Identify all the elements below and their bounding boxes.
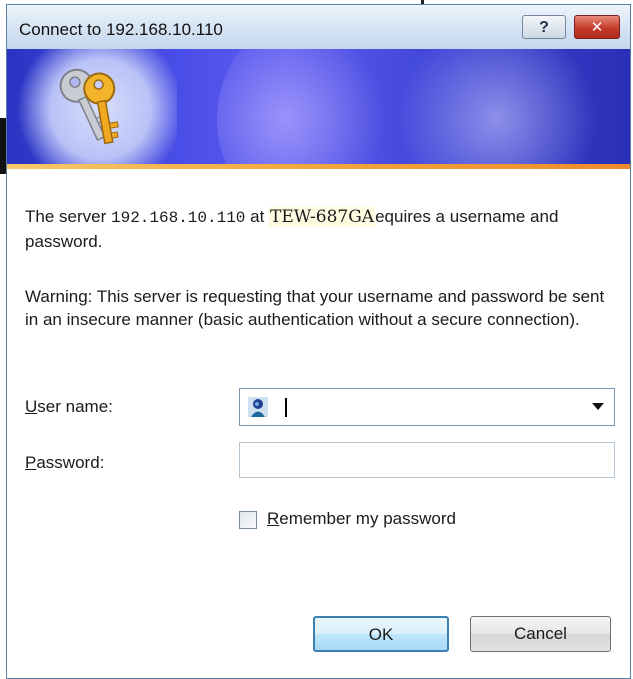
message-prefix: The server	[25, 207, 111, 226]
password-access-key: P	[25, 453, 37, 472]
banner-decoration	[217, 49, 387, 169]
username-access-key: U	[25, 397, 38, 416]
ok-button[interactable]: OK	[313, 616, 449, 652]
remember-password-label[interactable]: Remember my password	[267, 509, 456, 529]
dialog-title: Connect to 192.168.10.110	[19, 20, 223, 39]
server-message: The server 192.168.10.110 at TEW-687GAeq…	[25, 205, 615, 253]
security-warning: Warning: This server is requesting that …	[25, 287, 605, 329]
remember-label-text: emember my password	[279, 509, 456, 528]
password-label-text: assword:	[36, 453, 105, 472]
login-dialog: Connect to 192.168.10.110 ? ✕ The server…	[6, 4, 631, 679]
text-cursor	[285, 398, 287, 417]
title-bar[interactable]: Connect to 192.168.10.110 ? ✕	[7, 5, 630, 49]
close-button[interactable]: ✕	[574, 15, 620, 39]
dialog-banner	[7, 49, 630, 169]
cancel-button[interactable]: Cancel	[470, 616, 611, 652]
username-label-text: ser name:	[37, 397, 113, 416]
realm-name: TEW-687GA	[269, 207, 376, 227]
chevron-down-icon[interactable]	[592, 403, 604, 410]
banner-decoration	[397, 49, 597, 169]
remember-password-checkbox[interactable]	[239, 511, 257, 529]
remember-access-key: R	[267, 509, 280, 528]
keys-icon	[59, 68, 119, 145]
username-label: User name:	[25, 397, 113, 417]
help-button[interactable]: ?	[522, 15, 566, 39]
username-combobox[interactable]	[239, 388, 615, 426]
password-input[interactable]	[239, 442, 615, 478]
password-label: Password:	[25, 453, 104, 473]
close-icon: ✕	[590, 19, 604, 36]
banner-stripe	[7, 164, 630, 169]
server-address: 192.168.10.110	[110, 209, 246, 227]
user-account-icon	[248, 397, 268, 417]
message-at: at	[245, 207, 270, 226]
